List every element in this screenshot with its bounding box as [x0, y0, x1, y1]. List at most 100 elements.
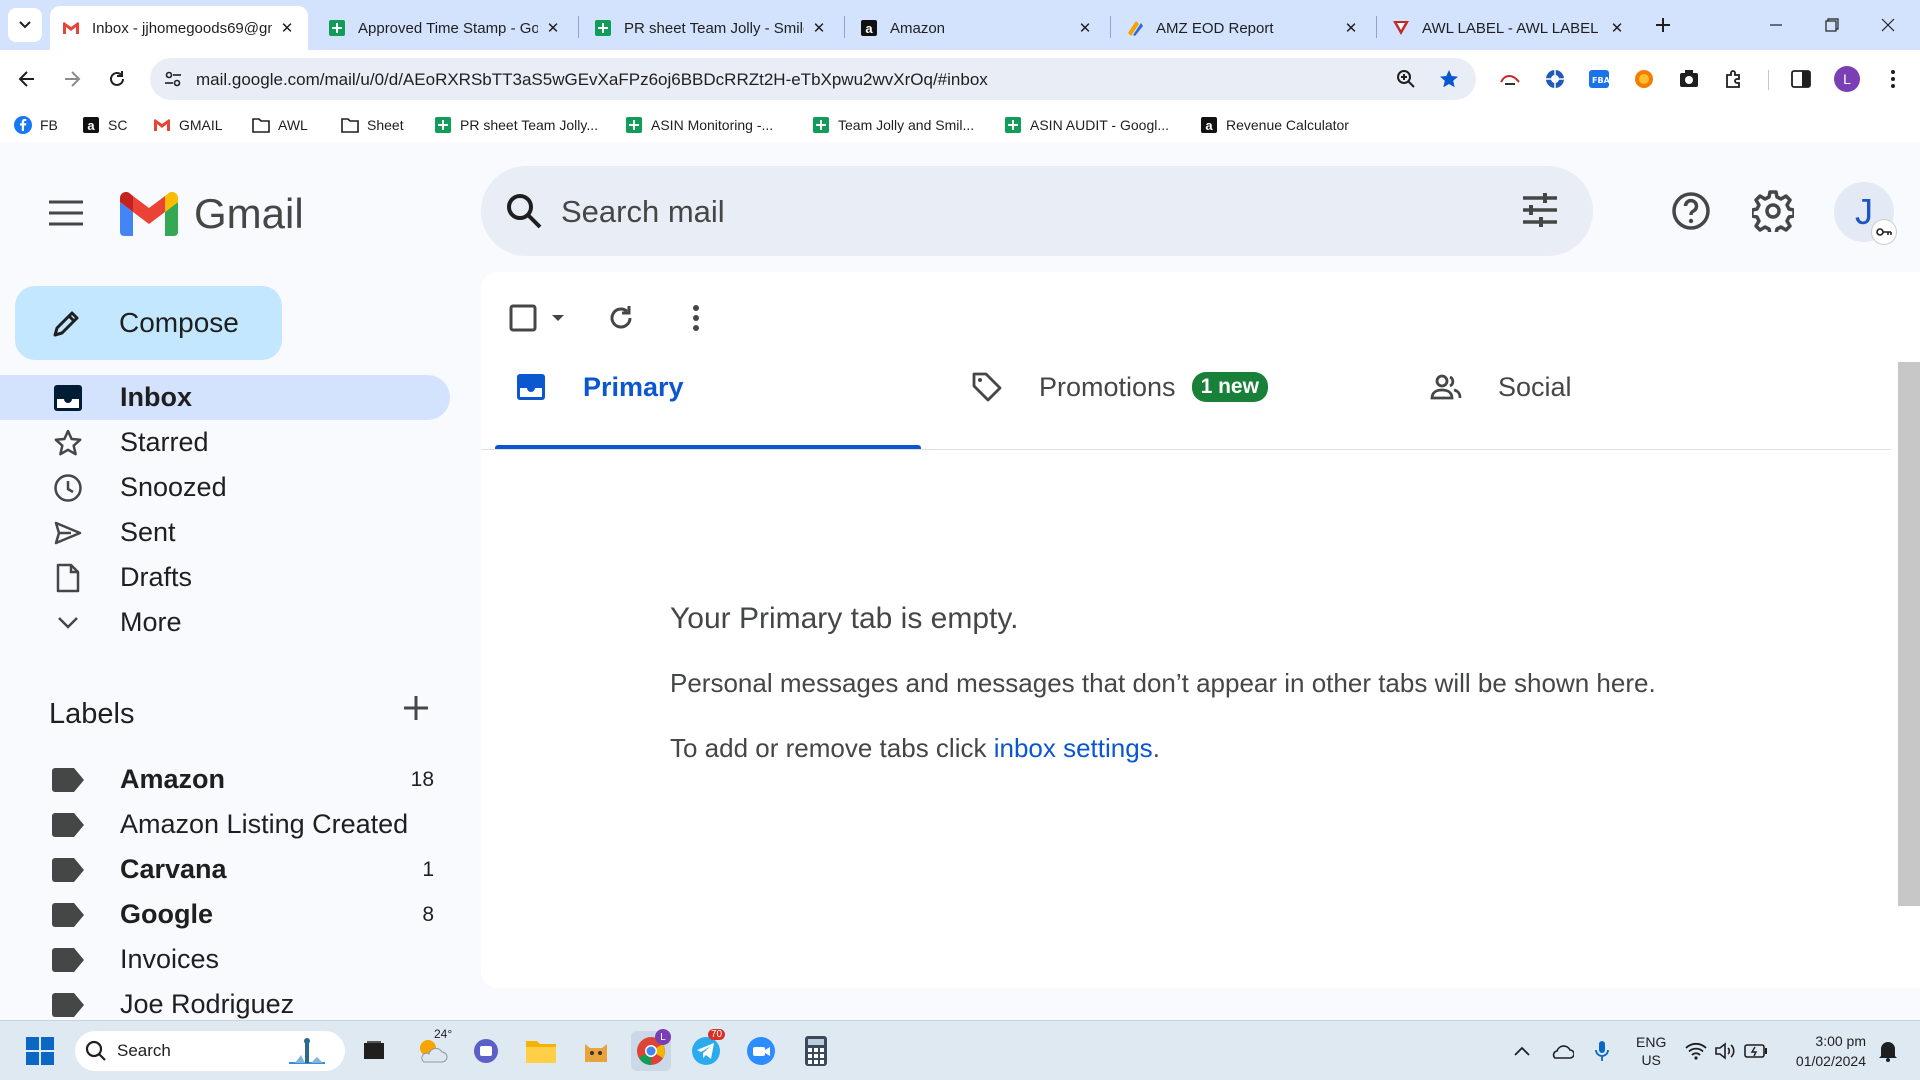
label-item-amazon[interactable]: Amazon 18 — [0, 757, 450, 802]
tab-title: AMZ EOD Report — [1156, 19, 1274, 37]
bookmark-revenue-calculator[interactable]: a Revenue Calculator — [1200, 113, 1349, 137]
url-text[interactable]: mail.google.com/mail/u/0/d/AEoRXRSbTT3aS… — [196, 70, 988, 90]
task-view-icon[interactable] — [354, 1031, 394, 1071]
language-indicator[interactable]: ENG US — [1636, 1033, 1666, 1069]
onedrive-icon[interactable] — [1542, 1031, 1582, 1071]
sidebar-item-snoozed[interactable]: Snoozed — [0, 465, 450, 510]
address-bar[interactable]: mail.google.com/mail/u/0/d/AEoRXRSbTT3aS… — [150, 58, 1476, 100]
notifications-icon[interactable] — [1868, 1031, 1908, 1071]
file-explorer-icon[interactable] — [521, 1031, 561, 1071]
app-cat-icon[interactable] — [576, 1031, 616, 1071]
weather-widget[interactable]: 24° — [412, 1027, 455, 1071]
tab-primary[interactable]: Primary — [513, 352, 684, 422]
back-button[interactable] — [9, 61, 45, 97]
browser-tab-time-stamp[interactable]: Approved Time Stamp - Google Sheets ✕ — [316, 6, 574, 50]
inbox-settings-link[interactable]: inbox settings — [994, 733, 1153, 763]
zoom-app-icon[interactable] — [741, 1031, 781, 1071]
minimize-button[interactable] — [1748, 0, 1804, 50]
search-options-icon[interactable] — [1521, 192, 1559, 228]
sidebar-item-sent[interactable]: Sent — [0, 510, 450, 555]
close-window-button[interactable] — [1860, 0, 1916, 50]
inbox-icon — [513, 369, 549, 405]
search-input[interactable]: Search mail — [561, 194, 725, 230]
clock-time: 3:00 pm — [1815, 1033, 1866, 1049]
taskbar-search[interactable]: Search — [75, 1031, 345, 1071]
compose-button[interactable]: Compose — [15, 286, 282, 360]
chrome-taskbar-icon[interactable]: L — [631, 1029, 671, 1071]
browser-tab-amazon[interactable]: a Amazon ✕ — [848, 6, 1106, 50]
tab-search-button[interactable] — [8, 8, 42, 42]
close-icon[interactable]: ✕ — [544, 19, 562, 37]
sidebar-item-more[interactable]: More — [0, 600, 450, 645]
settings-button[interactable] — [1744, 182, 1802, 240]
gmail-logo[interactable]: Gmail — [120, 190, 304, 238]
scrollbar[interactable] — [1898, 362, 1920, 906]
more-actions-button[interactable] — [674, 296, 718, 340]
extension-fba-icon[interactable]: FBA — [1586, 66, 1612, 92]
close-icon[interactable]: ✕ — [1076, 19, 1094, 37]
battery-icon[interactable] — [1736, 1031, 1776, 1071]
forward-button[interactable] — [54, 61, 90, 97]
profile-avatar[interactable]: L — [1834, 66, 1860, 92]
browser-tab-awl-label[interactable]: AWL LABEL - AWL LABEL ✕ — [1380, 6, 1638, 50]
tab-title: AWL LABEL - AWL LABEL — [1422, 19, 1599, 37]
show-hidden-icons-button[interactable] — [1502, 1031, 1542, 1071]
browser-tab-pr-sheet[interactable]: PR sheet Team Jolly - Smile ✕ — [582, 6, 840, 50]
extension-sales-icon[interactable] — [1497, 66, 1523, 92]
extension-helium-icon[interactable] — [1542, 66, 1568, 92]
select-all-checkbox[interactable] — [507, 296, 571, 340]
bookmark-fb[interactable]: FB — [14, 113, 58, 137]
label-item-amazon-listing-created[interactable]: Amazon Listing Created — [0, 802, 450, 847]
sidebar-item-inbox[interactable]: Inbox — [0, 375, 450, 420]
bookmark-asin-monitoring[interactable]: ASIN Monitoring -... — [625, 113, 773, 137]
bookmark-pr-sheet[interactable]: PR sheet Team Jolly... — [434, 113, 598, 137]
bookmark-sheet[interactable]: Sheet — [341, 113, 404, 137]
tab-title: Approved Time Stamp - Google Sheets — [358, 19, 538, 37]
tab-promotions[interactable]: Promotions 1 new — [969, 352, 1268, 422]
bookmark-gmail[interactable]: GMAIL — [153, 113, 223, 137]
browser-tab-inbox[interactable]: Inbox - jjhomegoods69@gmail.com ✕ — [50, 6, 308, 50]
telegram-icon[interactable]: 70 — [686, 1029, 726, 1071]
main-menu-button[interactable] — [42, 189, 90, 237]
label-item-google[interactable]: Google 8 — [0, 892, 450, 937]
search-bar[interactable]: Search mail — [481, 166, 1593, 256]
extensions-puzzle-icon[interactable] — [1721, 66, 1747, 92]
browser-tab-eod-report[interactable]: AMZ EOD Report ✕ — [1114, 6, 1372, 50]
bookmark-asin-audit[interactable]: ASIN AUDIT - Googl... — [1004, 113, 1169, 137]
clock[interactable]: 3:00 pm 01/02/2024 — [1786, 1031, 1866, 1071]
close-icon[interactable]: ✕ — [1608, 19, 1626, 37]
gmail-header: Gmail Search mail J — [0, 142, 1920, 268]
new-tab-button[interactable] — [1646, 8, 1680, 42]
calculator-icon[interactable] — [796, 1031, 836, 1071]
close-icon[interactable]: ✕ — [810, 19, 828, 37]
zoom-icon[interactable] — [1396, 69, 1416, 89]
bookmark-star-icon[interactable] — [1438, 68, 1460, 90]
teams-chat-icon[interactable] — [466, 1031, 506, 1071]
create-label-button[interactable] — [396, 688, 436, 728]
bookmark-team-jolly[interactable]: Team Jolly and Smil... — [812, 113, 974, 137]
extension-camera-icon[interactable] — [1676, 66, 1702, 92]
site-info-icon[interactable] — [164, 70, 182, 88]
bookmark-sc[interactable]: a SC — [82, 113, 127, 137]
support-button[interactable] — [1662, 182, 1720, 240]
restore-button[interactable] — [1804, 0, 1860, 50]
close-icon[interactable]: ✕ — [1342, 19, 1360, 37]
close-icon[interactable]: ✕ — [278, 19, 296, 37]
sidebar-item-starred[interactable]: Starred — [0, 420, 450, 465]
label-item-carvana[interactable]: Carvana 1 — [0, 847, 450, 892]
amazon-icon: a — [860, 19, 878, 37]
side-panel-icon[interactable] — [1788, 66, 1814, 92]
extension-keepa-icon[interactable] — [1631, 66, 1657, 92]
label-icon — [52, 857, 84, 882]
search-icon[interactable] — [505, 192, 543, 230]
label-item-invoices[interactable]: Invoices — [0, 937, 450, 982]
label-item-joe-rodriguez[interactable]: Joe Rodriguez — [0, 982, 450, 1020]
reload-button[interactable] — [99, 61, 135, 97]
microphone-icon[interactable] — [1582, 1031, 1622, 1071]
tab-social[interactable]: Social — [1428, 352, 1572, 422]
sidebar-item-drafts[interactable]: Drafts — [0, 555, 450, 600]
start-button[interactable] — [20, 1031, 60, 1071]
browser-menu-icon[interactable] — [1880, 66, 1906, 92]
bookmark-awl[interactable]: AWL — [252, 113, 308, 137]
refresh-button[interactable] — [599, 296, 643, 340]
